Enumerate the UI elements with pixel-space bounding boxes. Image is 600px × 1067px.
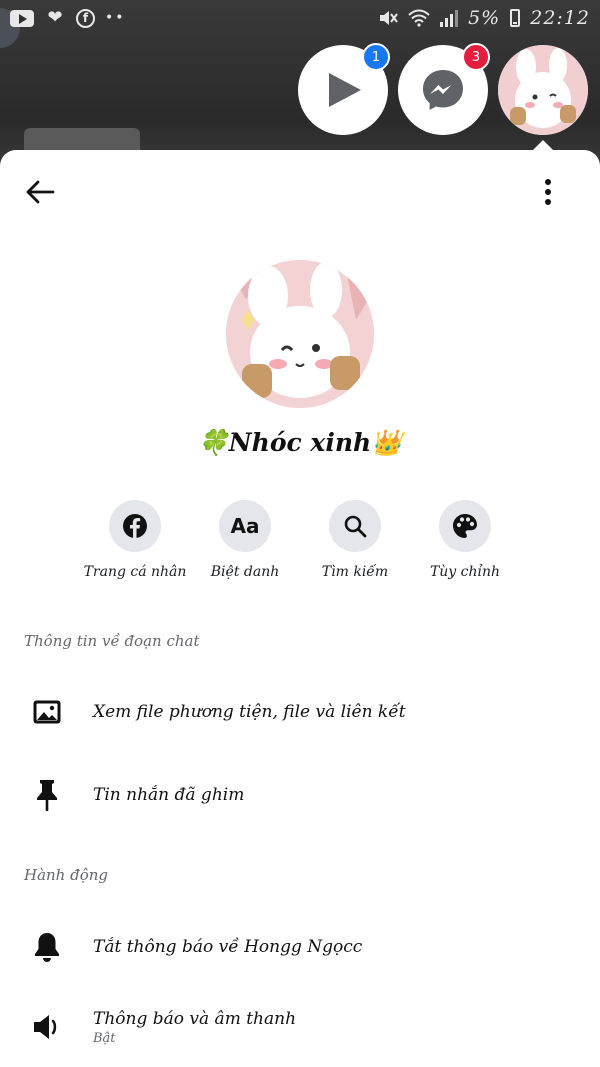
- wifi-icon: [408, 9, 430, 27]
- nickname-action-button[interactable]: Aa: [219, 500, 271, 552]
- youtube-icon: [10, 9, 34, 27]
- action-label: Tìm kiếm: [321, 564, 389, 580]
- photo-icon: [33, 700, 61, 724]
- action-label: Trang cá nhân: [83, 564, 187, 580]
- action-label: Biệt danh: [210, 564, 280, 580]
- aa-text-icon: Aa: [230, 514, 260, 538]
- row-icon: [28, 1013, 66, 1041]
- palette-icon: [453, 514, 477, 538]
- clock: 22:12: [530, 7, 590, 29]
- bunny-avatar-icon: [226, 260, 374, 408]
- mute-icon: [380, 11, 398, 25]
- media-files-links-row[interactable]: Xem file phương tiện, file và liên kết: [0, 677, 600, 747]
- row-title: Thông báo và âm thanh: [93, 1008, 297, 1029]
- notifications-sounds-row[interactable]: Thông báo và âm thanh Bật: [0, 992, 600, 1062]
- section-title-actions: Hành động: [24, 866, 109, 884]
- chat-heads: 1 3: [298, 43, 588, 135]
- play-icon: [329, 73, 361, 107]
- battery-percent: 5%: [468, 7, 501, 29]
- unread-badge: 3: [462, 43, 490, 71]
- profile-action[interactable]: Trang cá nhân: [80, 500, 190, 580]
- profile-name: 🍀Nhóc xinh👑: [197, 428, 403, 457]
- facebook-status-icon: f: [76, 8, 95, 28]
- facebook-icon: [123, 514, 147, 538]
- bunny-avatar-icon: [498, 45, 588, 135]
- pinned-messages-row[interactable]: Tin nhắn đã ghim: [0, 760, 600, 830]
- row-icon: [28, 779, 66, 811]
- row-icon: [28, 931, 66, 963]
- heart-app-icon: ❤: [47, 7, 63, 28]
- nickname-action[interactable]: Aa Biệt danh: [190, 500, 300, 580]
- section-title-chat-info: Thông tin về đoạn chat: [24, 632, 200, 650]
- video-chat-head[interactable]: 1: [298, 43, 390, 135]
- chat-settings-panel: 🍀Nhóc xinh👑 Trang cá nhân Aa Biệt danh T…: [0, 150, 600, 1067]
- top-bar: [0, 150, 600, 234]
- more-notifications-icon: ••: [105, 10, 126, 26]
- row-title: Tin nhắn đã ghim: [93, 785, 245, 805]
- row-title: Tắt thông báo về Hongg Ngọcc: [93, 937, 363, 957]
- quick-actions: Trang cá nhân Aa Biệt danh Tìm kiếm Tùy …: [80, 500, 520, 580]
- search-icon: [344, 515, 367, 538]
- contact-chat-head[interactable]: [498, 45, 588, 135]
- chat-head-pointer: [533, 140, 553, 150]
- row-text: Tin nhắn đã ghim: [93, 785, 244, 805]
- action-label: Tùy chỉnh: [429, 564, 501, 580]
- customize-action-button[interactable]: [439, 500, 491, 552]
- battery-icon: [510, 9, 521, 27]
- row-text: Tắt thông báo về Hongg Ngọcc: [93, 937, 362, 957]
- mute-notifications-row[interactable]: Tắt thông báo về Hongg Ngọcc: [0, 912, 600, 982]
- speaker-icon: [34, 1015, 57, 1039]
- more-options-button[interactable]: [528, 172, 568, 212]
- row-title: Xem file phương tiện, file và liên kết: [93, 702, 406, 722]
- messenger-chat-head[interactable]: 3: [398, 43, 490, 135]
- status-bar: ❤ f •• 5% 22:12: [0, 0, 600, 36]
- profile-avatar[interactable]: [226, 260, 374, 408]
- row-icon: [28, 699, 66, 725]
- search-action-button[interactable]: [329, 500, 381, 552]
- vertical-dots-icon: [545, 179, 551, 205]
- signal-icon: [440, 9, 459, 27]
- row-text: Xem file phương tiện, file và liên kết: [93, 702, 406, 722]
- profile-action-button[interactable]: [109, 500, 161, 552]
- arrow-left-icon: [26, 180, 55, 204]
- customize-action[interactable]: Tùy chỉnh: [410, 500, 520, 580]
- pin-icon: [37, 780, 57, 811]
- back-button[interactable]: [20, 172, 60, 212]
- bell-icon: [35, 933, 59, 962]
- unread-badge: 1: [362, 43, 390, 71]
- row-subtitle: Bật: [93, 1030, 116, 1046]
- messenger-icon: [423, 70, 463, 110]
- row-text: Thông báo và âm thanh Bật: [93, 1009, 296, 1046]
- search-action[interactable]: Tìm kiếm: [300, 500, 410, 580]
